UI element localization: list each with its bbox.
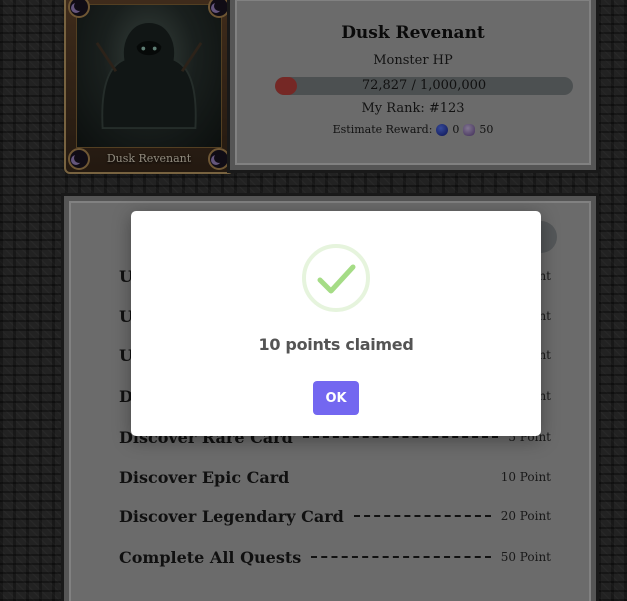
success-dialog: 10 points claimed OK	[131, 211, 541, 436]
dialog-title: 10 points claimed	[258, 335, 414, 354]
success-check-icon	[301, 243, 371, 313]
ok-button[interactable]: OK	[313, 381, 359, 415]
